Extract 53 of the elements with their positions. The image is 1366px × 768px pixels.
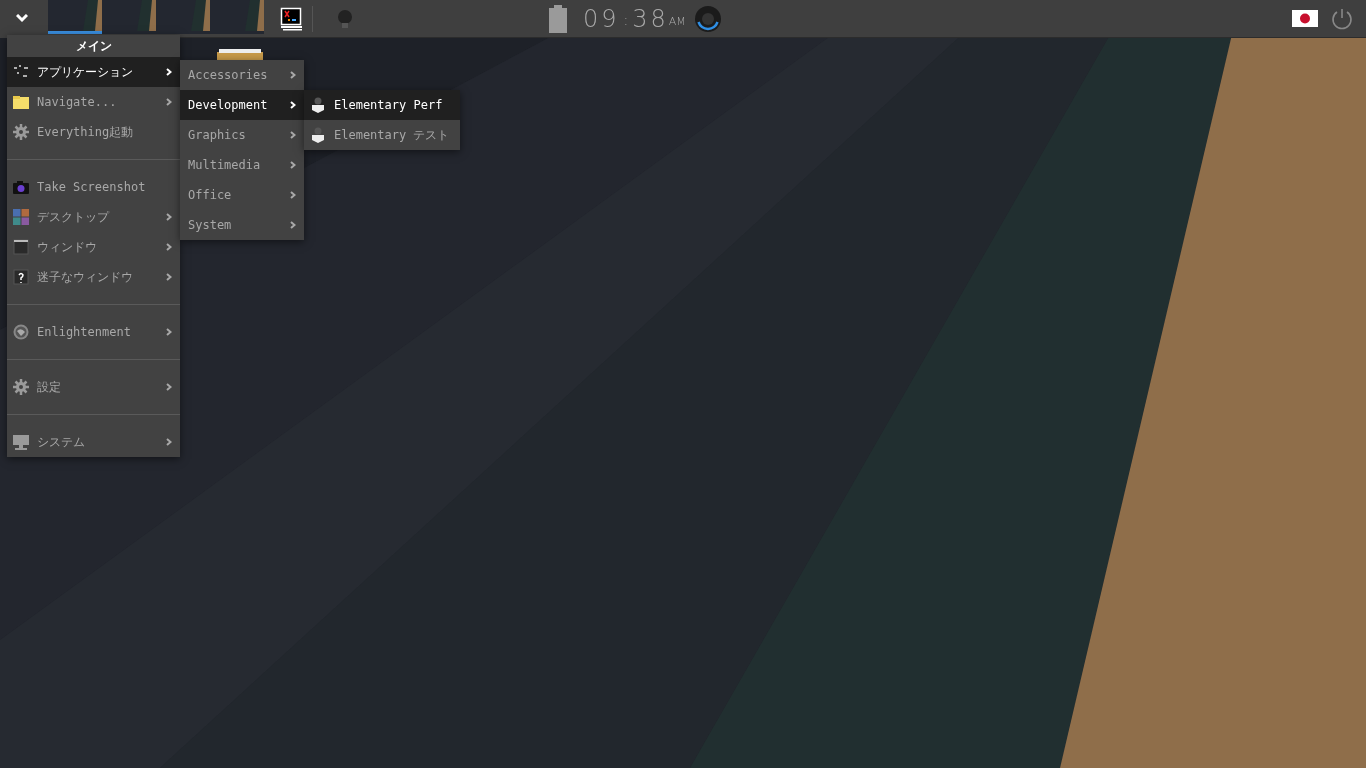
menu-item[interactable]: システム bbox=[7, 427, 180, 457]
chevron-icon bbox=[16, 14, 28, 23]
window-icon bbox=[13, 239, 29, 255]
menu-item[interactable]: Accessories bbox=[180, 60, 304, 90]
figure-icon bbox=[310, 127, 326, 143]
desktop-thumbnail[interactable] bbox=[156, 0, 210, 34]
caret-icon bbox=[290, 161, 296, 169]
caret-icon bbox=[290, 131, 296, 139]
menu-item[interactable]: System bbox=[180, 210, 304, 240]
folder-icon[interactable] bbox=[217, 49, 263, 60]
desktop-thumbnail[interactable] bbox=[102, 0, 156, 34]
menu-item[interactable]: Graphics bbox=[180, 120, 304, 150]
caret-icon bbox=[290, 101, 296, 109]
menu-item[interactable]: デスクトップ bbox=[7, 202, 180, 232]
gear-icon bbox=[13, 379, 29, 395]
folder-icon bbox=[13, 94, 29, 110]
menu-title: メイン bbox=[74, 38, 113, 55]
menu-item[interactable]: Elementary Perf bbox=[304, 90, 460, 120]
menu-item[interactable]: Development bbox=[180, 90, 304, 120]
menu-item[interactable]: Take Screenshot bbox=[7, 172, 180, 202]
menu-item[interactable]: Elementary テスト bbox=[304, 120, 460, 150]
camera-icon bbox=[13, 179, 29, 195]
japan-flag-icon[interactable] bbox=[1292, 10, 1318, 27]
spinner-icon bbox=[693, 4, 722, 33]
menu-item[interactable]: Enlightenment bbox=[7, 317, 180, 347]
clock-meridiem: AM bbox=[668, 14, 686, 30]
menu-item[interactable]: Multimedia bbox=[180, 150, 304, 180]
lightbulb-icon[interactable] bbox=[337, 8, 353, 29]
menu-item[interactable]: ウィンドウ bbox=[7, 232, 180, 262]
clock-hours: 09 bbox=[583, 6, 620, 31]
menu-item[interactable]: 設定 bbox=[7, 372, 180, 402]
battery-icon bbox=[549, 4, 567, 33]
terminal-icon[interactable] bbox=[280, 6, 304, 31]
desktop-thumbnail[interactable] bbox=[210, 0, 264, 34]
menu-item[interactable]: Navigate... bbox=[7, 87, 180, 117]
figure-icon bbox=[310, 97, 326, 113]
clock-separator: : bbox=[623, 10, 629, 30]
caret-icon bbox=[290, 71, 296, 79]
menu-item[interactable]: 迷子なウィンドウ bbox=[7, 262, 180, 292]
gear-icon bbox=[13, 124, 29, 140]
globe-icon bbox=[13, 324, 29, 340]
menu-item[interactable]: アプリケーション bbox=[7, 57, 180, 87]
menu-item[interactable]: Everything起動 bbox=[7, 117, 180, 147]
menu-item[interactable]: Office bbox=[180, 180, 304, 210]
monitor-icon bbox=[13, 434, 29, 450]
grid-icon bbox=[13, 209, 29, 225]
caret-icon bbox=[290, 191, 296, 199]
desktop-thumbnail[interactable] bbox=[48, 0, 102, 34]
clock-minutes: 38 bbox=[632, 6, 669, 31]
question-window-icon bbox=[13, 269, 29, 285]
dots-icon bbox=[13, 64, 29, 80]
caret-icon bbox=[290, 221, 296, 229]
power-icon[interactable] bbox=[1330, 6, 1354, 31]
